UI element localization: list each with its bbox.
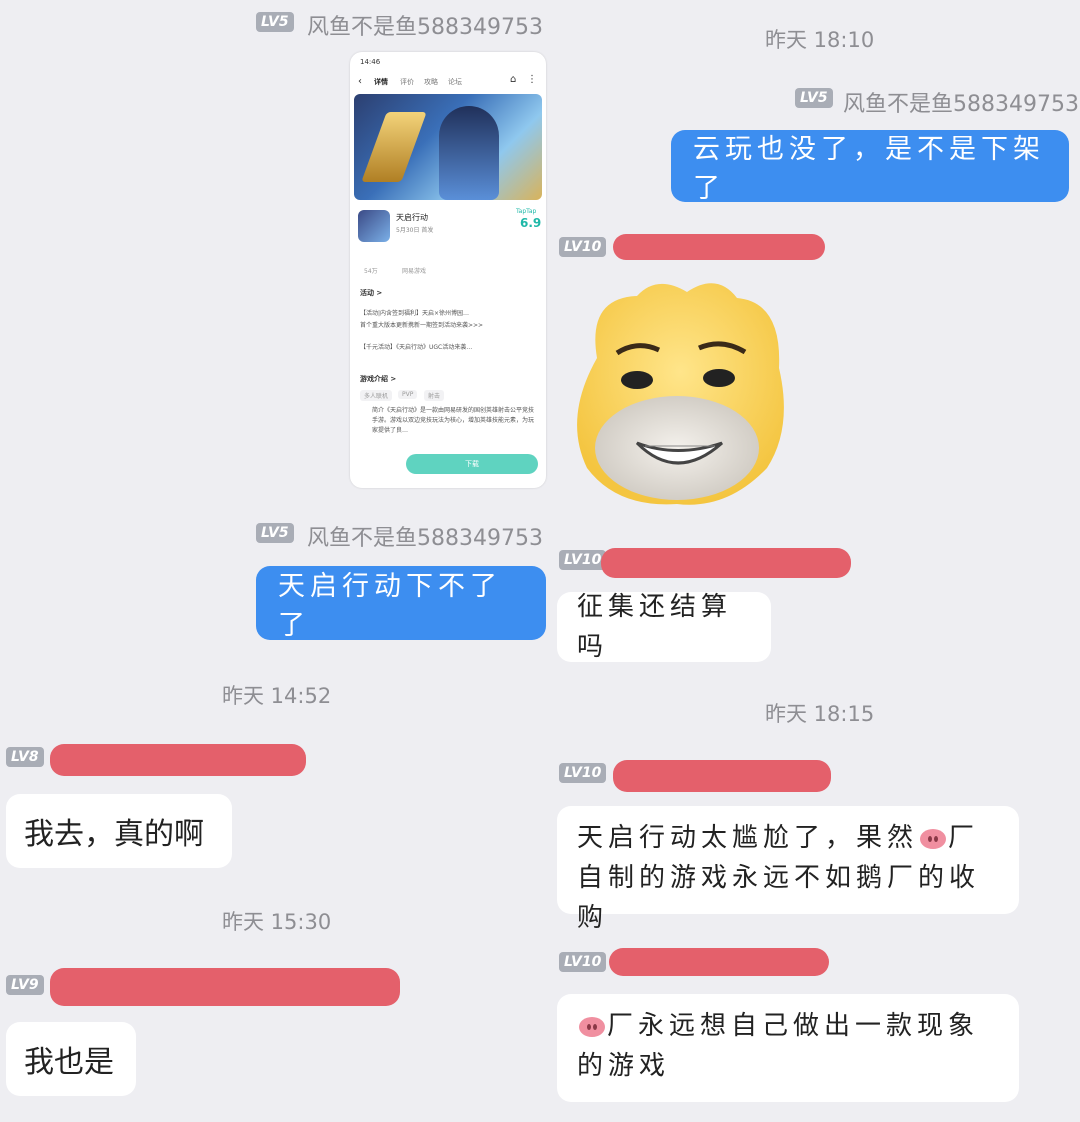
activity-section-title[interactable]: 活动 > [360,288,382,298]
redacted-username [609,948,829,976]
timestamp: 昨天 18:10 [765,28,875,52]
timestamp: 昨天 18:15 [765,702,875,726]
stat-label: 网易游戏 [402,268,427,275]
tag[interactable]: 射击 [424,390,445,401]
tag[interactable]: PVP [398,390,418,399]
download-button[interactable]: 下载 [406,454,538,474]
level-badge: LV5 [256,12,294,32]
sticker-eye-right [703,369,735,387]
redacted-username [601,548,851,578]
level-badge: LV5 [256,523,294,543]
redacted-username [613,760,831,792]
message-bubble[interactable]: 天启行动太尴尬了，果然 厂自制的游戏永远不如鹅厂的收购 [557,806,1019,933]
message-bubble[interactable]: 征集还结算吗 [557,592,771,662]
tab-forum[interactable]: 论坛 [448,77,462,87]
sticker-eye-left [621,371,653,389]
rating-source: TapTap [516,208,537,215]
activity-item[interactable]: 【活动|内含签到福利】天启×徐州博园… [360,308,469,317]
funny-face-sticker[interactable] [567,278,795,506]
timestamp: 昨天 14:52 [222,684,332,708]
level-badge: LV5 [795,88,833,108]
pig-emoji-icon [579,1017,605,1037]
rating-score: 6.9 [520,216,542,230]
more-icon[interactable]: ⋮ [527,74,537,85]
redacted-username [613,234,825,260]
tab-guides[interactable]: 攻略 [424,77,438,87]
game-release: 5月30日 首发 [396,227,434,234]
message-text: 天启行动太尴尬了，果然 [577,823,919,853]
message-bubble[interactable]: 我去，真的啊 [6,794,232,868]
level-badge: LV10 [559,952,607,972]
intro-section-title[interactable]: 游戏介绍 > [360,374,396,384]
message-bubble[interactable]: 厂永远想自己做出一款现象的游戏 [557,994,1019,1102]
sender-name[interactable]: 风鱼不是鱼588349753 [307,520,543,552]
level-badge: LV8 [6,747,44,767]
timestamp: 昨天 15:30 [222,910,332,934]
activity-item-line2: 首个重大版本更新携新一期签到活动来袭>>> [360,322,484,329]
level-badge: LV10 [559,763,607,783]
message-bubble[interactable]: 我也是 [6,1022,136,1096]
game-icon [358,210,390,242]
redacted-username [50,744,306,776]
sender-name[interactable]: 风鱼不是鱼588349753 [307,9,543,41]
game-name: 天启行动 [396,213,428,222]
activity-item[interactable]: 【千元活动】《天启行动》UGC活动来袭… [360,342,472,351]
level-badge: LV10 [559,550,607,570]
pig-emoji-icon [920,829,947,849]
intro-text: 简介《天启行动》是一款由网易研发的国创英雄射击公平竞技手游。游戏以双边竞技玩法为… [372,407,535,434]
banner-hero-gold [361,112,427,182]
tab-details[interactable]: 详情 [374,77,388,87]
level-badge: LV9 [6,975,44,995]
status-time: 14:46 [360,58,381,66]
message-bubble[interactable]: 天启行动下不了了 [256,566,546,641]
level-badge: LV10 [559,237,607,257]
screenshot-image-message[interactable]: 14:46 ‹ 详情 评价 攻略 论坛 ⌂ ⋮ 天启行动 5月30日 首发 Ta… [350,52,546,488]
game-banner-image[interactable] [354,94,542,200]
message-bubble[interactable]: 云玩也没了，是不是下架了 [671,130,1069,204]
stat-value: 54万 [364,268,378,275]
banner-hero-blue [439,106,499,200]
sender-name[interactable]: 风鱼不是鱼588349753 [843,86,1079,118]
sticker-face [595,396,759,500]
right-chat-column: 昨天 18:10 LV5 风鱼不是鱼588349753 云玩也没了，是不是下架了… [545,0,1080,1122]
home-icon[interactable]: ⌂ [510,74,516,85]
message-text: 厂永远想自己做出一款现象的游戏 [577,1011,980,1081]
tag[interactable]: 多人联机 [360,390,393,401]
back-icon[interactable]: ‹ [358,76,362,87]
redacted-username [50,968,400,1006]
tab-reviews[interactable]: 评价 [400,77,414,87]
left-chat-column: LV5 风鱼不是鱼588349753 14:46 ‹ 详情 评价 攻略 论坛 ⌂… [0,0,546,1122]
